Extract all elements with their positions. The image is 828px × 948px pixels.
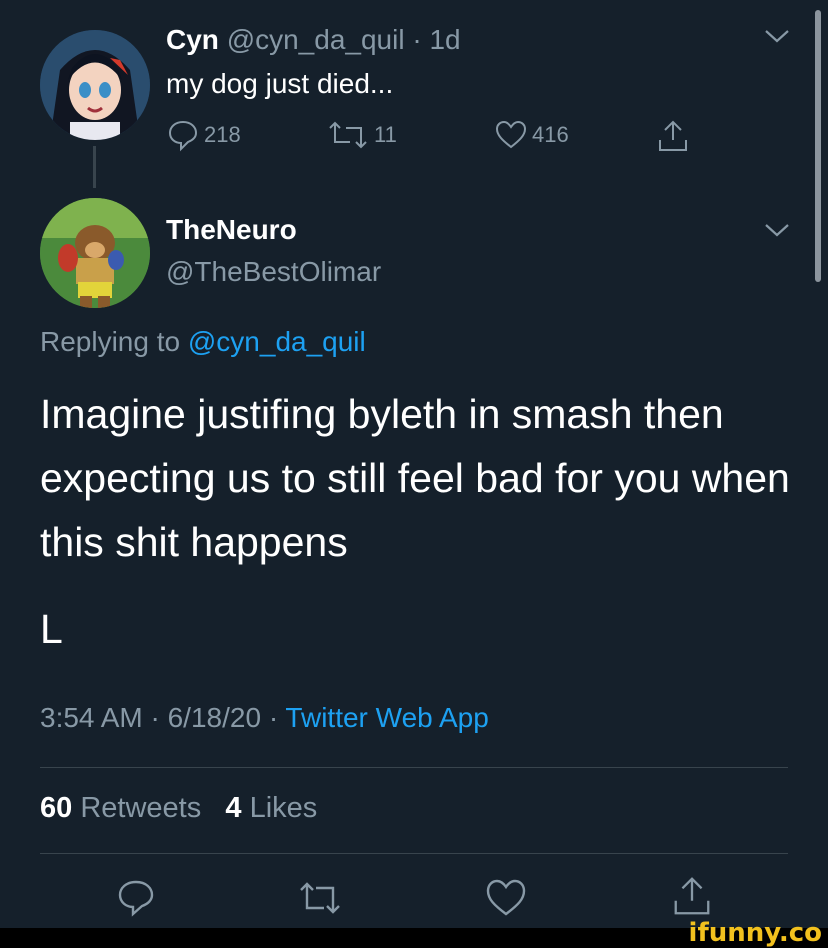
parent-retweet-count: 11 xyxy=(374,122,397,147)
scrollbar[interactable] xyxy=(815,10,821,282)
heart-icon xyxy=(495,120,527,149)
main-tweet-text: Imagine justifing byleth in smash then e… xyxy=(40,391,790,565)
parent-tweet-header: Cyn @cyn_da_quil · 1d xyxy=(166,24,461,56)
replying-prefix: Replying to xyxy=(40,326,181,357)
share-icon xyxy=(674,877,710,915)
reply-icon xyxy=(168,120,198,152)
parent-retweet-button[interactable]: 11 xyxy=(326,118,397,152)
parent-author-name[interactable]: Cyn xyxy=(166,24,219,55)
parent-tweet-text: my dog just died... xyxy=(166,68,394,99)
main-tweet-text-line2: L xyxy=(40,606,63,652)
retweet-icon xyxy=(329,121,367,149)
main-avatar[interactable] xyxy=(40,198,150,308)
tweet-stats: 60 Retweets 4 Likes xyxy=(40,792,317,825)
main-author-name[interactable]: TheNeuro xyxy=(166,214,297,246)
retweets-label: Retweets xyxy=(80,792,202,824)
tweet-source-link[interactable]: Twitter Web App xyxy=(285,702,488,733)
divider-bottom xyxy=(40,853,788,854)
main-menu-chevron-icon[interactable] xyxy=(762,220,792,245)
main-retweet-button[interactable] xyxy=(298,876,342,925)
anime-girl-avatar-icon xyxy=(40,30,150,140)
retweet-icon xyxy=(300,882,340,914)
reply-icon xyxy=(118,880,154,917)
likes-stat[interactable]: 4 Likes xyxy=(225,792,317,824)
replying-to-line: Replying to @cyn_da_quil xyxy=(40,326,366,358)
parent-tweet-time: · 1d xyxy=(412,24,461,55)
parent-menu-chevron-icon[interactable] xyxy=(762,26,792,51)
divider-top xyxy=(40,767,788,768)
main-share-button[interactable] xyxy=(670,874,714,923)
thread-connector-line xyxy=(93,146,96,188)
ifunny-watermark: ifunny.co xyxy=(688,918,822,948)
main-like-button[interactable] xyxy=(484,876,528,925)
retweets-stat[interactable]: 60 Retweets xyxy=(40,792,201,824)
tweet-meta: 3:54 AM · 6/18/20 · Twitter Web App xyxy=(40,702,489,734)
parent-like-button[interactable]: 416 xyxy=(494,118,569,152)
share-icon xyxy=(659,120,687,151)
parent-reply-count: 218 xyxy=(204,122,241,147)
main-reply-button[interactable] xyxy=(114,876,158,925)
parent-author-handle[interactable]: @cyn_da_quil xyxy=(227,24,405,55)
tweet-timestamp: 3:54 AM · 6/18/20 · xyxy=(40,702,286,733)
heart-icon xyxy=(486,879,526,916)
banjo-kazooie-avatar-icon xyxy=(40,198,150,308)
parent-reply-button[interactable]: 218 xyxy=(166,118,241,152)
parent-avatar[interactable] xyxy=(40,30,150,140)
replying-handle-link[interactable]: @cyn_da_quil xyxy=(188,326,366,357)
parent-share-button[interactable] xyxy=(656,118,690,154)
likes-count: 4 xyxy=(225,792,242,824)
likes-label: Likes xyxy=(249,792,318,824)
retweets-count: 60 xyxy=(40,792,73,824)
main-author-handle[interactable]: @TheBestOlimar xyxy=(166,256,381,288)
parent-like-count: 416 xyxy=(532,122,569,147)
